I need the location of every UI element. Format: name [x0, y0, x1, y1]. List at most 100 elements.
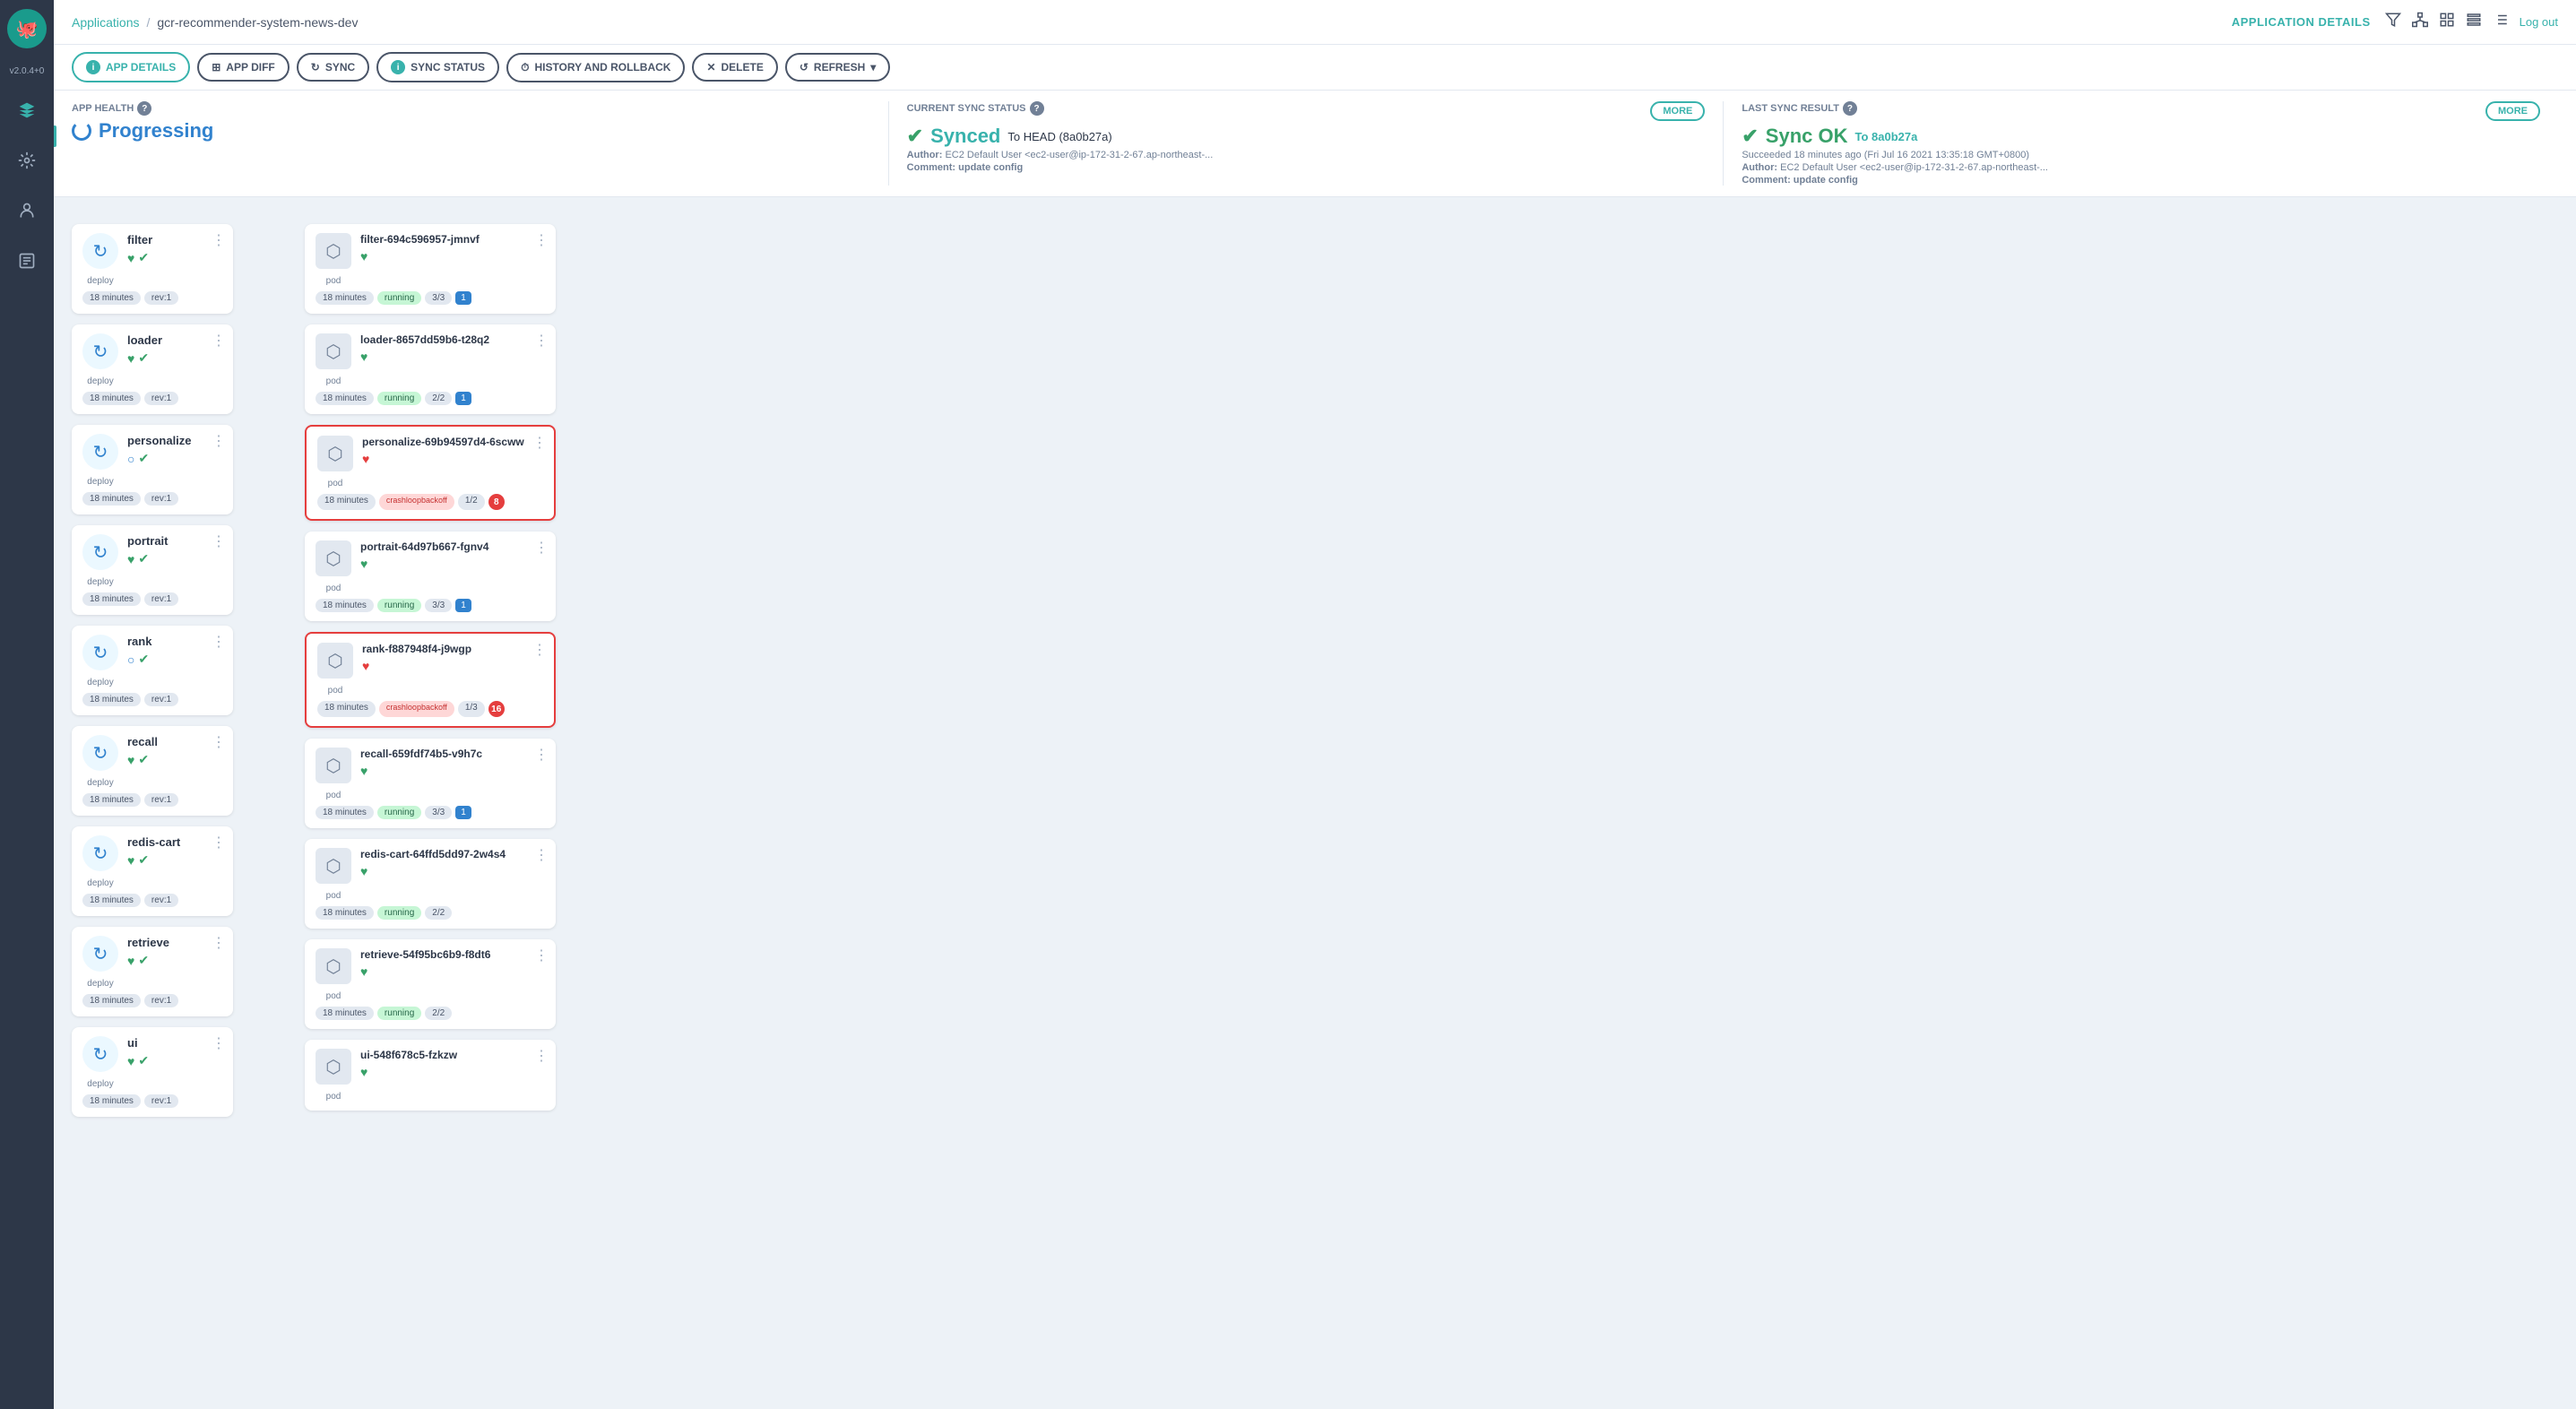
grid-icon[interactable]: [2439, 12, 2455, 32]
heart-icon: ♥: [127, 1054, 134, 1068]
sync-icon: ↻: [311, 61, 320, 73]
loader-deploy-icon: ↻: [82, 333, 118, 369]
personalize-pod-node[interactable]: ⋮ ⬡ pod personalize-69b94597d4-6scww ♥: [305, 425, 556, 521]
sidebar-item-user[interactable]: [11, 194, 43, 227]
recall-pod-menu[interactable]: ⋮: [534, 746, 549, 764]
heart-icon: ♥: [127, 853, 134, 868]
rank-pod-node[interactable]: ⋮ ⬡ pod rank-f887948f4-j9wgp ♥: [305, 632, 556, 728]
last-sync-value: ✔ Sync OK To 8a0b27a: [1742, 125, 2540, 148]
heart-icon: ♥: [127, 954, 134, 968]
sync-status-button[interactable]: i SYNC STATUS: [376, 52, 499, 82]
check-icon: ✔: [907, 125, 923, 148]
sidebar-item-docs[interactable]: [11, 245, 43, 277]
rank-deploy-node[interactable]: ⋮ ↻ deploy rank ○ ✔: [72, 626, 233, 715]
loader-pod-icon: ⬡: [316, 333, 351, 369]
app-details-link[interactable]: APPLICATION DETAILS: [2232, 15, 2371, 29]
heart-icon: ♥: [127, 552, 134, 566]
ui-pod-node[interactable]: ⋮ ⬡ pod ui-548f678c5-fzkzw ♥: [305, 1040, 556, 1111]
personalize-deploy-icon: ↻: [82, 434, 118, 470]
breadcrumb-separator: /: [147, 15, 151, 30]
loader-pod-menu[interactable]: ⋮: [534, 332, 549, 350]
app-health-label: APP HEALTH ?: [72, 101, 870, 116]
toolbar: i APP DETAILS ⊞ APP DIFF ↻ SYNC i SYNC S…: [54, 45, 2576, 91]
sync-status-info-icon: ?: [1030, 101, 1044, 116]
personalize-deploy-node[interactable]: ⋮ ↻ deploy personalize ○ ✔: [72, 425, 233, 514]
retrieve-deploy-menu[interactable]: ⋮: [212, 934, 226, 952]
loader-deploy-menu[interactable]: ⋮: [212, 332, 226, 350]
list-icon[interactable]: [2466, 12, 2482, 32]
sync-status-value: ✔ Synced To HEAD (8a0b27a): [907, 125, 1706, 148]
filter-icon[interactable]: [2385, 12, 2401, 32]
app-details-button[interactable]: i APP DETAILS: [72, 52, 190, 82]
portrait-deploy-menu[interactable]: ⋮: [212, 532, 226, 550]
recall-deploy-menu[interactable]: ⋮: [212, 733, 226, 751]
retrieve-pod-node[interactable]: ⋮ ⬡ pod retrieve-54f95bc6b9-f8dt6 ♥: [305, 939, 556, 1029]
sidebar: 🐙 v2.0.4+0: [0, 0, 54, 1409]
sync-circle: ○: [127, 653, 134, 667]
last-sync-comment: Comment: update config: [1742, 175, 2540, 186]
filter-deploy-menu[interactable]: ⋮: [212, 231, 226, 249]
personalize-pod-menu[interactable]: ⋮: [532, 434, 547, 452]
redis-cart-deploy-node[interactable]: ⋮ ↻ deploy redis-cart ♥ ✔: [72, 826, 233, 916]
dropdown-arrow-icon: ▾: [870, 61, 876, 73]
sidebar-version: v2.0.4+0: [10, 66, 45, 76]
check-icon: ✔: [138, 652, 149, 667]
logout-button[interactable]: Log out: [2520, 15, 2558, 29]
info2-icon: i: [391, 60, 405, 74]
check-icon: ✔: [138, 451, 149, 466]
last-sync-to: To 8a0b27a: [1854, 130, 1917, 143]
retrieve-pod-menu[interactable]: ⋮: [534, 947, 549, 964]
info-icon: i: [86, 60, 100, 74]
personalize-pod-icon: ⬡: [317, 436, 353, 471]
check-icon: ✔: [138, 752, 149, 767]
ui-pod-icon: ⬡: [316, 1049, 351, 1085]
app-diff-button[interactable]: ⊞ APP DIFF: [197, 53, 290, 82]
ui-deploy-node[interactable]: ⋮ ↻ deploy ui ♥ ✔: [72, 1027, 233, 1117]
redis-cart-pod-node[interactable]: ⋮ ⬡ pod redis-cart-64ffd5dd97-2w4s4 ♥: [305, 839, 556, 929]
breadcrumb-applications-link[interactable]: Applications: [72, 15, 140, 30]
ui-pod-menu[interactable]: ⋮: [534, 1047, 549, 1065]
sync-button[interactable]: ↻ SYNC: [297, 53, 369, 82]
recall-deploy-node[interactable]: ⋮ ↻ deploy recall ♥ ✔: [72, 726, 233, 816]
sidebar-item-layers[interactable]: [11, 94, 43, 126]
breadcrumb: Applications / gcr-recommender-system-ne…: [72, 15, 358, 30]
portrait-pod-menu[interactable]: ⋮: [534, 539, 549, 557]
portrait-deploy-node[interactable]: ⋮ ↻ deploy portrait ♥ ✔: [72, 525, 233, 615]
ui-deploy-menu[interactable]: ⋮: [212, 1034, 226, 1052]
portrait-pod-node[interactable]: ⋮ ⬡ pod portrait-64d97b667-fgnv4 ♥: [305, 532, 556, 621]
loader-deploy-node[interactable]: ⋮ ↻ deploy loader ♥ ✔: [72, 324, 233, 414]
heart-red-icon: ♥: [362, 659, 369, 673]
retrieve-deploy-node[interactable]: ⋮ ↻ deploy retrieve ♥ ✔: [72, 927, 233, 1016]
sidebar-item-settings[interactable]: [11, 144, 43, 177]
recall-pod-node[interactable]: ⋮ ⬡ pod recall-659fdf74b5-v9h7c ♥: [305, 739, 556, 828]
retrieve-deploy-icon: ↻: [82, 936, 118, 972]
personalize-deploy-menu[interactable]: ⋮: [212, 432, 226, 450]
last-sync-more-button[interactable]: MORE: [2485, 101, 2540, 121]
heart-icon: ♥: [360, 1065, 367, 1079]
heart-icon: ♥: [360, 249, 367, 264]
graph-area: ⋮ ↻ deploy filter ♥ ✔: [54, 197, 2576, 1409]
redis-cart-deploy-menu[interactable]: ⋮: [212, 834, 226, 851]
rank-deploy-menu[interactable]: ⋮: [212, 633, 226, 651]
recall-pod-icon: ⬡: [316, 748, 351, 783]
progress-circle: [72, 121, 91, 141]
network-icon[interactable]: [2412, 12, 2428, 32]
history-button[interactable]: ⏱ HISTORY AND ROLLBACK: [506, 53, 685, 82]
list2-icon[interactable]: [2493, 12, 2509, 32]
rank-pod-menu[interactable]: ⋮: [532, 641, 547, 659]
delete-button[interactable]: ✕ DELETE: [692, 53, 777, 82]
filter-pod-menu[interactable]: ⋮: [534, 231, 549, 249]
last-sync-header: LAST SYNC RESULT ? MORE: [1742, 101, 2540, 125]
loader-pod-node[interactable]: ⋮ ⬡ pod loader-8657dd59b6-t28q2 ♥: [305, 324, 556, 414]
redis-cart-deploy-icon: ↻: [82, 835, 118, 871]
check2-icon: ✔: [1742, 125, 1758, 148]
sync-status-more-button[interactable]: MORE: [1650, 101, 1705, 121]
heart-icon: ♥: [360, 864, 367, 878]
sync-circle: ○: [127, 452, 134, 466]
pod-column: ⋮ ⬡ pod filter-694c596957-jmnvf ♥: [305, 224, 556, 1117]
filter-deploy-node[interactable]: ⋮ ↻ deploy filter ♥ ✔: [72, 224, 233, 314]
delete-icon: ✕: [706, 61, 715, 73]
refresh-button[interactable]: ↺ REFRESH ▾: [785, 53, 890, 82]
redis-cart-pod-menu[interactable]: ⋮: [534, 846, 549, 864]
filter-pod-node[interactable]: ⋮ ⬡ pod filter-694c596957-jmnvf ♥: [305, 224, 556, 314]
